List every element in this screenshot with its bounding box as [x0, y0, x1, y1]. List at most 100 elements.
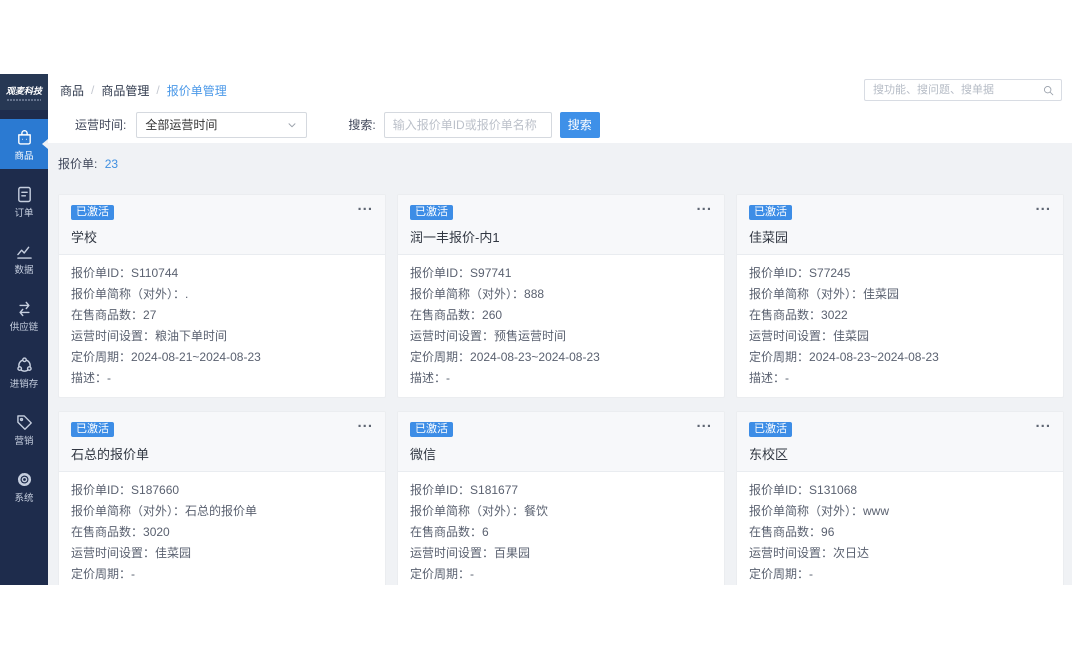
- global-search-input[interactable]: [871, 83, 1042, 97]
- status-badge: 已激活: [71, 205, 114, 220]
- ellipsis-menu-icon[interactable]: ...: [357, 195, 373, 217]
- card-header: 已激活 石总的报价单 ...: [59, 412, 385, 472]
- search-icon[interactable]: [1042, 84, 1055, 97]
- quotation-count-summary: 报价单: 23: [58, 155, 1064, 172]
- quotation-card[interactable]: 已激活 润一丰报价-内1 ... 报价单ID：S97741 报价单简称（对外）：…: [397, 194, 725, 398]
- card-title: 微信: [410, 444, 712, 463]
- quotation-card[interactable]: 已激活 佳菜园 ... 报价单ID：S77245 报价单简称（对外）：佳菜园 在…: [736, 194, 1064, 398]
- line-chart-icon: [14, 241, 35, 262]
- card-field: 报价单简称（对外）：石总的报价单: [71, 501, 373, 522]
- card-header: 已激活 学校 ...: [59, 195, 385, 255]
- card-body: 报价单ID：S187660 报价单简称（对外）：石总的报价单 在售商品数：302…: [59, 472, 385, 585]
- card-field: 在售商品数：260: [410, 305, 712, 326]
- sidebar-item-goods[interactable]: 商品: [0, 119, 48, 169]
- card-header: 已激活 微信 ...: [398, 412, 724, 472]
- status-badge: 已激活: [71, 422, 114, 437]
- breadcrumb: 商品 / 商品管理 / 报价单管理: [60, 82, 227, 99]
- brand-logo-text: 观麦科技: [6, 84, 42, 97]
- app-window: 观麦科技 商品 订单: [0, 74, 1072, 585]
- card-field: 报价单ID：S97741: [410, 263, 712, 284]
- ellipsis-menu-icon[interactable]: ...: [696, 412, 712, 434]
- card-field: 报价单简称（对外）：888: [410, 284, 712, 305]
- quotation-card[interactable]: 已激活 微信 ... 报价单ID：S181677 报价单简称（对外）：餐饮 在售…: [397, 411, 725, 585]
- sidebar-item-label: 订单: [15, 208, 34, 218]
- card-field: 运营时间设置：预售运营时间: [410, 326, 712, 347]
- quotation-card-grid: 已激活 学校 ... 报价单ID：S110744 报价单简称（对外）：. 在售商…: [58, 194, 1064, 585]
- card-field: 运营时间设置：佳菜园: [71, 543, 373, 564]
- card-header: 已激活 东校区 ...: [737, 412, 1063, 472]
- sidebar-item-data[interactable]: 数据: [0, 230, 48, 287]
- status-badge: 已激活: [749, 422, 792, 437]
- swap-arrows-icon: [14, 298, 35, 319]
- card-body: 报价单ID：S131068 报价单简称（对外）：www 在售商品数：96 运营时…: [737, 472, 1063, 585]
- card-field: 报价单ID：S77245: [749, 263, 1051, 284]
- status-badge: 已激活: [749, 205, 792, 220]
- ellipsis-menu-icon[interactable]: ...: [1035, 412, 1051, 434]
- brand-logo: 观麦科技: [0, 74, 48, 110]
- active-item-notch: [42, 139, 48, 149]
- main-area: 商品 / 商品管理 / 报价单管理 运营时间: 全部运营时间: [48, 74, 1072, 585]
- card-field: 在售商品数：96: [749, 522, 1051, 543]
- card-title: 东校区: [749, 444, 1051, 463]
- breadcrumb-separator: /: [156, 83, 159, 97]
- card-field: 运营时间设置：次日达: [749, 543, 1051, 564]
- card-field: 在售商品数：27: [71, 305, 373, 326]
- card-field: 报价单ID：S181677: [410, 480, 712, 501]
- card-field: 运营时间设置：粮油下单时间: [71, 326, 373, 347]
- card-title: 润一丰报价-内1: [410, 227, 712, 246]
- sidebar-item-orders[interactable]: 订单: [0, 173, 48, 230]
- quotation-search-input[interactable]: [384, 112, 552, 138]
- document-icon: [14, 184, 35, 205]
- card-body: 报价单ID：S110744 报价单简称（对外）：. 在售商品数：27 运营时间设…: [59, 255, 385, 397]
- quotation-card[interactable]: 已激活 石总的报价单 ... 报价单ID：S187660 报价单简称（对外）：石…: [58, 411, 386, 585]
- card-field: 运营时间设置：百果园: [410, 543, 712, 564]
- ellipsis-menu-icon[interactable]: ...: [696, 195, 712, 217]
- operating-time-select[interactable]: 全部运营时间: [136, 112, 307, 138]
- card-field: 在售商品数：6: [410, 522, 712, 543]
- card-field: 定价周期：2024-08-23~2024-08-23: [749, 347, 1051, 368]
- card-field: 定价周期：2024-08-23~2024-08-23: [410, 347, 712, 368]
- operating-time-label: 运营时间:: [75, 116, 126, 133]
- card-field: 报价单简称（对外）：餐饮: [410, 501, 712, 522]
- card-field: 描述：-: [71, 368, 373, 389]
- network-icon: [14, 355, 35, 376]
- content-area: 报价单: 23 已激活 学校 ... 报价单ID：S110744 报价单简称（对…: [48, 143, 1072, 585]
- card-field: 在售商品数：3020: [71, 522, 373, 543]
- card-field: 报价单ID：S187660: [71, 480, 373, 501]
- card-field: 描述：-: [410, 368, 712, 389]
- card-title: 佳菜园: [749, 227, 1051, 246]
- global-search-box[interactable]: [864, 79, 1062, 101]
- ellipsis-menu-icon[interactable]: ...: [357, 412, 373, 434]
- sidebar-item-system[interactable]: 系统: [0, 458, 48, 515]
- sidebar-item-marketing[interactable]: 营销: [0, 401, 48, 458]
- card-field: 报价单简称（对外）：www: [749, 501, 1051, 522]
- card-field: 描述：-: [749, 368, 1051, 389]
- breadcrumb-item-goods-management[interactable]: 商品管理: [101, 82, 149, 99]
- filter-bar: 运营时间: 全部运营时间 搜索: 搜索: [48, 106, 1072, 143]
- ellipsis-menu-icon[interactable]: ...: [1035, 195, 1051, 217]
- breadcrumb-item-goods[interactable]: 商品: [60, 82, 84, 99]
- card-body: 报价单ID：S97741 报价单简称（对外）：888 在售商品数：260 运营时…: [398, 255, 724, 397]
- breadcrumb-separator: /: [91, 83, 94, 97]
- quotation-count-value: 23: [105, 157, 118, 171]
- card-title: 学校: [71, 227, 373, 246]
- gear-icon: [14, 469, 35, 490]
- card-field: 定价周期：-: [749, 564, 1051, 585]
- sidebar-item-supply-chain[interactable]: 供应链: [0, 287, 48, 344]
- sidebar-item-label: 进销存: [10, 379, 39, 389]
- quotation-card[interactable]: 已激活 学校 ... 报价单ID：S110744 报价单简称（对外）：. 在售商…: [58, 194, 386, 398]
- card-field: 报价单简称（对外）：.: [71, 284, 373, 305]
- chevron-down-icon: [286, 119, 298, 131]
- sidebar-item-inventory[interactable]: 进销存: [0, 344, 48, 401]
- card-field: 定价周期：2024-08-21~2024-08-23: [71, 347, 373, 368]
- status-badge: 已激活: [410, 205, 453, 220]
- quotation-count-label: 报价单:: [58, 157, 97, 171]
- operating-time-value: 全部运营时间: [145, 116, 286, 133]
- price-tag-icon: [14, 412, 35, 433]
- search-button[interactable]: 搜索: [560, 112, 600, 138]
- card-field: 报价单ID：S110744: [71, 263, 373, 284]
- sidebar-nav: 商品 订单 数据: [0, 110, 48, 515]
- quotation-card[interactable]: 已激活 东校区 ... 报价单ID：S131068 报价单简称（对外）：www …: [736, 411, 1064, 585]
- sidebar-item-label: 供应链: [10, 322, 39, 332]
- breadcrumb-item-quotation-management: 报价单管理: [167, 82, 227, 99]
